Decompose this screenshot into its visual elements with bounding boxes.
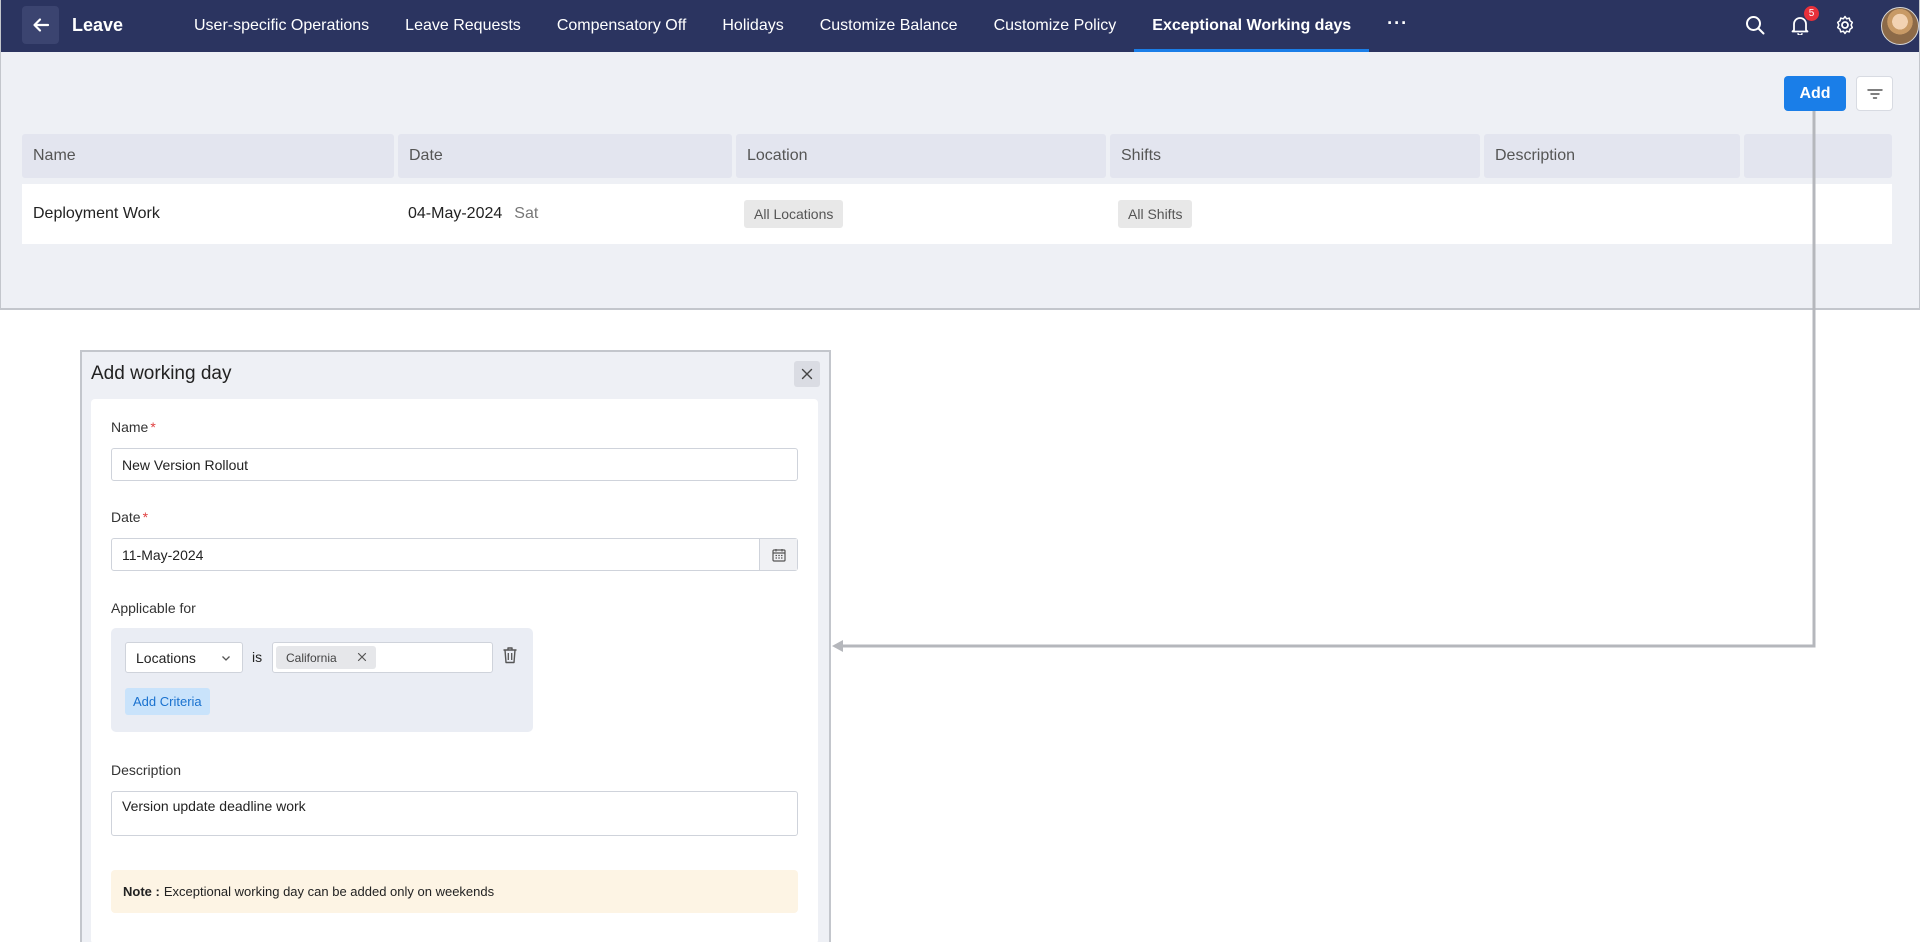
gear-icon	[1836, 15, 1854, 35]
column-header-shifts[interactable]: Shifts	[1110, 134, 1480, 178]
criteria-value-tag: California	[276, 646, 376, 669]
shifts-chip: All Shifts	[1118, 200, 1193, 228]
criteria-box: Locations is California Add Criteria	[111, 628, 533, 732]
add-criteria-button[interactable]: Add Criteria	[125, 688, 210, 715]
search-button[interactable]	[1742, 12, 1768, 38]
close-icon	[801, 368, 813, 380]
tab-leave-requests[interactable]: Leave Requests	[387, 0, 539, 52]
date-label: Date *	[111, 509, 148, 525]
column-header-actions	[1744, 134, 1892, 178]
column-header-name[interactable]: Name	[22, 134, 394, 178]
settings-button[interactable]	[1832, 12, 1858, 38]
filter-button[interactable]	[1856, 76, 1893, 111]
name-value: New Version Rollout	[122, 456, 249, 473]
criteria-field-value: Locations	[136, 649, 196, 666]
dialog-form: Name * New Version Rollout Date * 11-May-2…	[91, 399, 818, 942]
column-header-location[interactable]: Location	[736, 134, 1106, 178]
description-label: Description	[111, 762, 182, 778]
tab-user-specific-operations[interactable]: User-specific Operations	[176, 0, 387, 52]
column-header-date[interactable]: Date	[398, 134, 732, 178]
row-name-cell: Deployment Work	[33, 205, 160, 222]
search-icon	[1746, 16, 1765, 35]
name-label: Name *	[111, 419, 156, 435]
add-button[interactable]: Add	[1784, 76, 1846, 111]
name-input[interactable]: New Version Rollout	[111, 448, 798, 481]
row-date: 04-May-2024	[408, 205, 503, 222]
calendar-icon	[771, 548, 786, 562]
date-label-text: Date	[111, 509, 141, 525]
description-value: Version update deadline work	[122, 798, 306, 814]
criteria-operator: is	[252, 649, 263, 665]
tab-compensatory-off[interactable]: Compensatory Off	[539, 0, 705, 52]
remove-tag-icon[interactable]	[357, 652, 367, 662]
weekend-note: Note : Exceptional working day can be ad…	[111, 870, 798, 913]
column-header-description[interactable]: Description	[1484, 134, 1740, 178]
module-tabs: User-specific Operations Leave Requests …	[176, 0, 1426, 52]
calendar-button[interactable]	[759, 539, 797, 570]
close-button[interactable]	[794, 361, 820, 387]
notifications-button[interactable]: 5	[1787, 6, 1819, 38]
tab-customize-policy[interactable]: Customize Policy	[976, 0, 1135, 52]
dialog-title: Add working day	[91, 363, 232, 384]
app-title: Leave	[72, 15, 124, 35]
chevron-down-icon	[222, 656, 230, 661]
tab-holidays[interactable]: Holidays	[704, 0, 801, 52]
back-arrow-icon	[32, 18, 49, 32]
tab-exceptional-working-days[interactable]: Exceptional Working days	[1134, 0, 1370, 52]
criteria-field-select[interactable]: Locations	[125, 642, 243, 673]
row-shifts-cell: All Shifts	[1118, 184, 1193, 244]
location-chip: All Locations	[744, 200, 844, 228]
notification-badge: 5	[1804, 6, 1819, 21]
criteria-value-tag-label: California	[286, 650, 337, 665]
row-location-cell: All Locations	[744, 184, 844, 244]
criteria-value-input[interactable]: California	[272, 642, 493, 673]
date-input[interactable]: 11-May-2024	[111, 538, 798, 571]
filter-icon	[1866, 88, 1883, 99]
trash-icon[interactable]	[502, 646, 518, 664]
name-label-text: Name	[111, 419, 149, 435]
date-value: 11-May-2024	[122, 546, 204, 563]
applicable-for-label: Applicable for	[111, 600, 196, 616]
description-textarea[interactable]: Version update deadline work	[111, 791, 798, 836]
top-navigation-bar: Leave User-specific Operations Leave Req…	[1, 0, 1919, 52]
note-text: Exceptional working day can be added onl…	[163, 884, 495, 899]
table-row[interactable]: Deployment Work 04-May-2024 Sat All Loca…	[22, 184, 1892, 244]
row-date-cell: 04-May-2024 Sat	[408, 184, 538, 244]
tab-customize-balance[interactable]: Customize Balance	[802, 0, 976, 52]
stage: Leave User-specific Operations Leave Req…	[0, 0, 1920, 942]
row-day: Sat	[514, 205, 539, 222]
required-marker: *	[150, 419, 156, 435]
required-marker: *	[142, 509, 149, 525]
back-button[interactable]	[22, 6, 59, 44]
note-prefix: Note :	[123, 884, 160, 899]
user-avatar[interactable]	[1881, 7, 1919, 45]
more-tabs-button[interactable]: ···	[1369, 0, 1426, 52]
leave-app-screen: Leave User-specific Operations Leave Req…	[0, 0, 1920, 310]
add-working-day-dialog: Add working day Name * New Version Rollou…	[80, 350, 831, 942]
